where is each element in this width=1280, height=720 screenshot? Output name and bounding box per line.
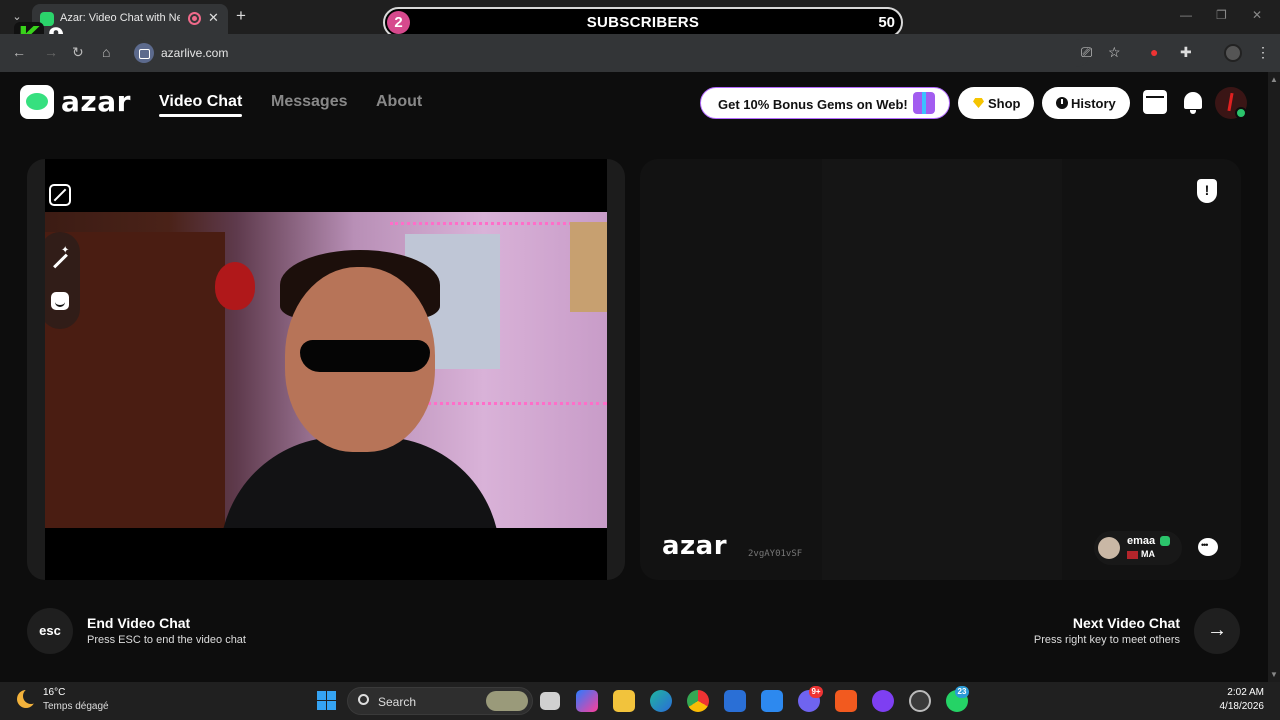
verified-badge-icon (1235, 107, 1247, 119)
peer-avatar (1098, 537, 1120, 559)
recording-indicator-icon (188, 12, 201, 25)
browser-toolbar: ← → ↻ ⌂ azarlive.com ⎚ ☆ ● ✚ ⋮ (0, 34, 1280, 72)
next-video-chat-button[interactable]: → (1194, 608, 1240, 654)
restore-icon[interactable]: ❐ (1216, 8, 1227, 22)
site-info-icon[interactable] (134, 43, 154, 63)
extensions-puzzle-icon[interactable]: ✚ (1180, 44, 1192, 61)
local-video-panel (27, 159, 625, 580)
chrome-icon[interactable] (687, 690, 709, 712)
discord-badge: 9+ (809, 686, 823, 698)
spiderman-mask (215, 262, 255, 310)
peer-profile-chip[interactable]: emaa MA (1094, 531, 1182, 565)
azar-app: azar Video Chat Messages About Get 10% B… (0, 72, 1268, 682)
bonus-gems-promo-button[interactable]: Get 10% Bonus Gems on Web! (700, 87, 950, 119)
wall-poster (570, 222, 607, 312)
report-shield-icon[interactable]: ! (1197, 179, 1217, 203)
gem-icon (973, 98, 984, 108)
session-id: 2vgAY01vSF (748, 549, 803, 559)
taskbar-search[interactable]: Search (347, 687, 533, 715)
face-filter-icon[interactable] (51, 292, 69, 310)
nav-messages[interactable]: Messages (271, 93, 348, 111)
obs-icon[interactable] (872, 690, 894, 712)
page-scrollbar[interactable]: ▲ ▼ (1268, 72, 1280, 682)
shop-label: Shop (988, 96, 1021, 111)
end-video-chat-button[interactable]: esc (27, 608, 73, 654)
brave-icon[interactable] (835, 690, 857, 712)
subscriber-label: SUBSCRIBERS (586, 14, 700, 31)
install-app-icon[interactable]: ⎚ (1081, 44, 1092, 61)
weather-temperature[interactable]: 16°C (43, 687, 65, 698)
sunglasses (300, 340, 430, 372)
mail-icon[interactable] (724, 690, 746, 712)
copilot-icon[interactable] (576, 690, 598, 712)
local-camera-feed (45, 212, 607, 528)
store-icon[interactable] (761, 690, 783, 712)
url-text: azarlive.com (161, 46, 229, 60)
morocco-flag-icon (1127, 551, 1138, 559)
search-placeholder: Search (378, 695, 417, 709)
windows-taskbar: 16°C Temps dégagé Search 9+ 23 2:02 AM 4… (0, 682, 1280, 720)
scroll-up-icon[interactable]: ▲ (1270, 75, 1278, 84)
chat-bubble-icon[interactable] (1196, 536, 1220, 560)
subscriber-count: 2 (387, 11, 410, 34)
windows-start-icon[interactable] (317, 691, 336, 710)
history-label: History (1071, 96, 1116, 111)
browser-menu-icon[interactable]: ⋮ (1256, 44, 1270, 61)
remote-video-feed (822, 159, 1062, 580)
clock-date[interactable]: 4/18/2026 (1220, 701, 1265, 712)
shop-button[interactable]: Shop (958, 87, 1034, 119)
end-video-chat-hint: Press ESC to end the video chat (87, 634, 246, 646)
azar-logo-text[interactable]: azar (61, 85, 131, 118)
minimize-icon[interactable]: — (1180, 8, 1192, 22)
nav-about[interactable]: About (376, 93, 422, 111)
clock-time[interactable]: 2:02 AM (1227, 687, 1264, 698)
end-video-chat-title: End Video Chat (87, 615, 191, 631)
video-tools-strip (40, 232, 80, 329)
search-icon (358, 694, 369, 705)
peer-name: emaa (1127, 535, 1156, 547)
weather-description[interactable]: Temps dégagé (43, 701, 109, 712)
bookmark-star-icon[interactable]: ☆ (1108, 44, 1121, 61)
home-icon[interactable]: ⌂ (102, 44, 110, 60)
extension-icon[interactable]: ● (1150, 44, 1158, 60)
tab-title: Azar: Video Chat with New (60, 12, 180, 24)
gift-icon (913, 92, 935, 114)
history-button[interactable]: History (1042, 87, 1130, 119)
window-close-icon[interactable]: ✕ (1252, 8, 1262, 22)
next-video-chat-title: Next Video Chat (1072, 615, 1180, 631)
forward-icon[interactable]: → (44, 44, 58, 60)
address-bar[interactable]: azarlive.com (130, 39, 1090, 67)
scroll-down-icon[interactable]: ▼ (1270, 670, 1278, 679)
peer-verified-icon (1160, 536, 1170, 546)
reload-icon[interactable]: ↻ (72, 44, 84, 61)
remote-azar-watermark: azar (662, 531, 728, 561)
nav-video-chat[interactable]: Video Chat (159, 93, 243, 117)
file-explorer-icon[interactable] (613, 690, 635, 712)
edge-icon[interactable] (650, 690, 672, 712)
new-tab-button[interactable]: + (236, 6, 246, 26)
tab-close-icon[interactable]: ✕ (208, 10, 219, 26)
moon-weather-icon[interactable] (17, 688, 39, 708)
back-icon[interactable]: ← (12, 44, 26, 60)
recording-app-icon[interactable] (909, 690, 931, 712)
inbox-icon[interactable] (1143, 90, 1167, 114)
promo-text: Get 10% Bonus Gems on Web! (718, 97, 908, 112)
browser-profile-avatar[interactable] (1224, 44, 1242, 62)
peer-country: MA (1141, 549, 1155, 559)
azar-logo-icon[interactable] (20, 85, 54, 119)
whatsapp-badge: 23 (955, 686, 969, 698)
bell-icon[interactable] (1181, 90, 1205, 114)
next-video-chat-hint: Press right key to meet others (1033, 634, 1180, 646)
subscriber-goal: 50 (878, 14, 895, 31)
expand-icon[interactable] (49, 184, 71, 206)
clock-icon (1056, 97, 1068, 109)
magic-wand-icon[interactable] (50, 245, 72, 271)
task-view-icon[interactable] (540, 692, 560, 710)
search-highlight-image (486, 691, 528, 711)
remote-video-panel: ! azar 2vgAY01vSF emaa MA (640, 159, 1241, 580)
